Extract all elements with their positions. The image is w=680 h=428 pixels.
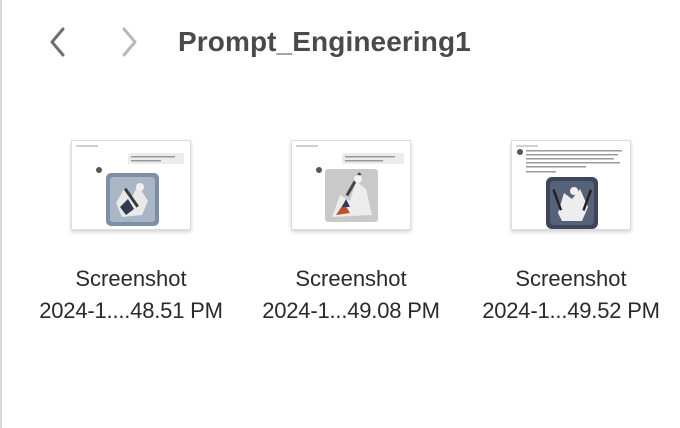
file-thumbnail (291, 140, 411, 230)
file-item[interactable]: Screenshot 2024-1....48.51 PM (21, 132, 241, 332)
finder-toolbar: Prompt_Engineering1 (0, 0, 680, 84)
chevron-right-icon (122, 27, 137, 57)
forward-button[interactable] (111, 22, 147, 62)
file-item[interactable]: Screenshot 2024-1...49.52 PM (461, 132, 680, 332)
file-date: 2024-1...49.52 PM (482, 298, 660, 323)
file-thumbnail (511, 140, 631, 230)
file-date: 2024-1...49.08 PM (262, 298, 440, 323)
file-grid: Screenshot 2024-1....48.51 PM Screenshot… (0, 132, 680, 352)
file-name: Screenshot (75, 266, 187, 291)
file-thumbnail (71, 140, 191, 230)
file-name: Screenshot (515, 266, 627, 291)
back-button[interactable] (40, 22, 76, 62)
file-name: Screenshot (295, 266, 407, 291)
file-date: 2024-1....48.51 PM (39, 298, 223, 323)
folder-title: Prompt_Engineering1 (178, 26, 471, 57)
chevron-left-icon (50, 27, 65, 57)
file-item[interactable]: Screenshot 2024-1...49.08 PM (241, 132, 461, 332)
